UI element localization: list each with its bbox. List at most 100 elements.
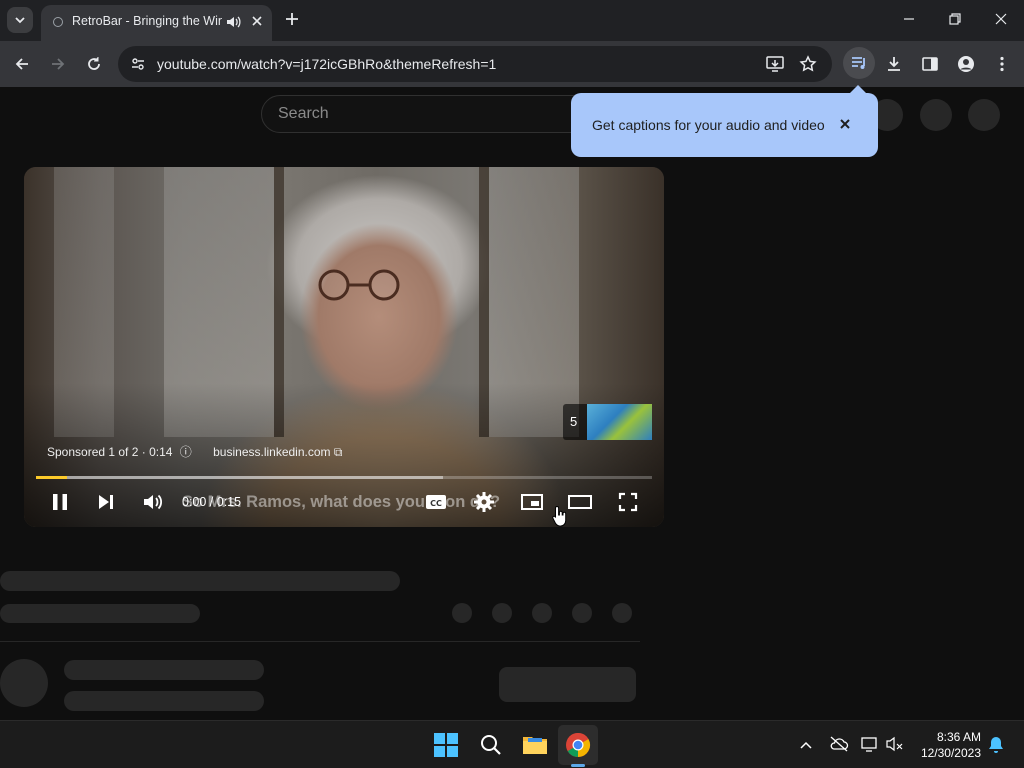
bookmark-star-icon[interactable]	[799, 55, 817, 73]
next-button[interactable]	[94, 490, 118, 514]
side-panel-icon	[922, 57, 938, 71]
chevron-down-icon	[15, 17, 25, 24]
reload-button[interactable]	[82, 52, 106, 76]
running-indicator	[571, 764, 585, 767]
tab-strip: RetroBar - Bringing the Windows	[0, 0, 1024, 41]
tab-search-button[interactable]	[7, 7, 33, 33]
speaker-icon[interactable]	[225, 14, 241, 30]
gear-icon	[474, 492, 494, 512]
close-window-icon[interactable]	[992, 10, 1010, 28]
forward-button[interactable]	[46, 52, 70, 76]
miniplayer-button[interactable]	[520, 490, 544, 514]
folder-icon	[523, 737, 547, 754]
chrome-icon	[566, 732, 591, 757]
action-skeleton	[452, 603, 472, 623]
queue-music-icon	[852, 57, 865, 69]
account-avatar[interactable]	[968, 99, 1000, 131]
fullscreen-button[interactable]	[616, 490, 640, 514]
action-skeleton	[532, 603, 552, 623]
theater-icon	[568, 495, 592, 509]
closed-captions-icon: CC	[426, 495, 446, 509]
taskbar-search-button[interactable]	[475, 729, 507, 761]
subtitles-button[interactable]: CC	[424, 490, 448, 514]
ad-link[interactable]: business.linkedin.com	[213, 445, 330, 459]
install-app-icon[interactable]	[766, 55, 784, 73]
action-skeleton	[492, 603, 512, 623]
browser-toolbar: youtube.com/watch?v=j172icGBhRo&themeRef…	[0, 41, 1024, 87]
progress-bar[interactable]	[36, 476, 652, 479]
volume-muted-icon[interactable]	[886, 736, 904, 752]
restore-icon[interactable]	[946, 10, 964, 28]
fullscreen-icon	[618, 492, 638, 512]
download-icon	[888, 57, 900, 71]
video-player[interactable]: Sponsored 1 of 2 · 0:14 ⓘ business.linke…	[24, 167, 664, 527]
ad-queue-count: 5	[570, 414, 578, 429]
mute-button[interactable]	[141, 490, 165, 514]
cloud-offline-icon[interactable]	[829, 736, 849, 752]
site-settings-icon[interactable]	[130, 56, 146, 72]
address-bar[interactable]: youtube.com/watch?v=j172icGBhRo&themeRef…	[118, 46, 832, 82]
search-icon	[481, 735, 501, 755]
file-explorer-button[interactable]	[519, 729, 551, 761]
url-text: youtube.com/watch?v=j172icGBhRo&themeRef…	[157, 56, 497, 72]
subscriber-skeleton	[64, 691, 264, 711]
action-skeleton	[612, 603, 632, 623]
notifications-button[interactable]	[920, 99, 952, 131]
clock-date: 12/30/2023	[920, 746, 981, 760]
pause-icon	[53, 494, 67, 510]
ad-queue-preview[interactable]: 5	[563, 404, 652, 440]
action-skeleton	[572, 603, 592, 623]
profile-icon	[958, 56, 974, 72]
search-input[interactable]: Search	[261, 95, 601, 133]
network-icon[interactable]	[861, 736, 879, 752]
system-clock[interactable]: 8:36 AM 12/30/2023	[915, 729, 981, 761]
close-tab-icon[interactable]	[249, 13, 265, 29]
ad-thumbnail	[587, 404, 652, 440]
subscribe-skeleton	[499, 667, 636, 702]
new-tab-icon[interactable]	[282, 9, 302, 29]
skip-next-icon	[99, 495, 113, 509]
tab-active[interactable]: RetroBar - Bringing the Windows	[41, 5, 272, 41]
caption-promo-text: Get captions for your audio and video	[592, 117, 825, 133]
profile-button[interactable]	[954, 52, 978, 76]
divider	[0, 641, 640, 642]
settings-button[interactable]	[472, 490, 496, 514]
live-caption-button[interactable]	[843, 47, 875, 79]
more-vert-icon	[1000, 56, 1004, 72]
youtube-page: Search Get captions for your audio and v…	[0, 85, 1024, 720]
menu-button[interactable]	[990, 52, 1014, 76]
pause-button[interactable]	[48, 490, 72, 514]
external-link-icon: ⧉	[333, 445, 343, 459]
arrow-left-icon	[15, 58, 28, 70]
ad-info: Sponsored 1 of 2 · 0:14 ⓘ business.linke…	[47, 443, 342, 460]
reload-icon	[88, 57, 100, 70]
caption-promo-bubble: Get captions for your audio and video	[571, 85, 878, 157]
minimize-icon[interactable]	[900, 10, 918, 28]
volume-icon	[144, 494, 163, 510]
clock-time: 8:36 AM	[936, 730, 981, 744]
ad-sponsored-text: Sponsored 1 of 2 · 0:14	[47, 445, 173, 459]
info-icon[interactable]: ⓘ	[180, 445, 192, 459]
notification-bell-icon[interactable]	[988, 736, 1004, 754]
theater-mode-button[interactable]	[568, 490, 592, 514]
channel-name-skeleton	[64, 660, 264, 680]
back-button[interactable]	[10, 52, 34, 76]
played-bar	[36, 476, 67, 479]
windows-logo-icon	[434, 733, 458, 757]
downloads-button[interactable]	[882, 52, 906, 76]
side-panel-button[interactable]	[918, 52, 942, 76]
chevron-up-icon[interactable]	[799, 739, 813, 751]
title-skeleton	[0, 571, 400, 591]
start-button[interactable]	[430, 729, 462, 761]
close-icon[interactable]	[837, 116, 853, 132]
channel-avatar-skeleton	[0, 659, 48, 707]
svg-text:CC: CC	[430, 499, 442, 508]
search-placeholder: Search	[278, 105, 329, 122]
windows-taskbar: 8:36 AM 12/30/2023	[0, 720, 1024, 768]
hand-cursor-icon	[552, 505, 567, 527]
tab-favicon-icon	[53, 17, 63, 27]
time-display: 0:00 / 0:15	[182, 495, 242, 509]
chrome-taskbar-button[interactable]	[562, 729, 594, 761]
arrow-right-icon	[52, 58, 65, 70]
views-skeleton	[0, 604, 200, 623]
